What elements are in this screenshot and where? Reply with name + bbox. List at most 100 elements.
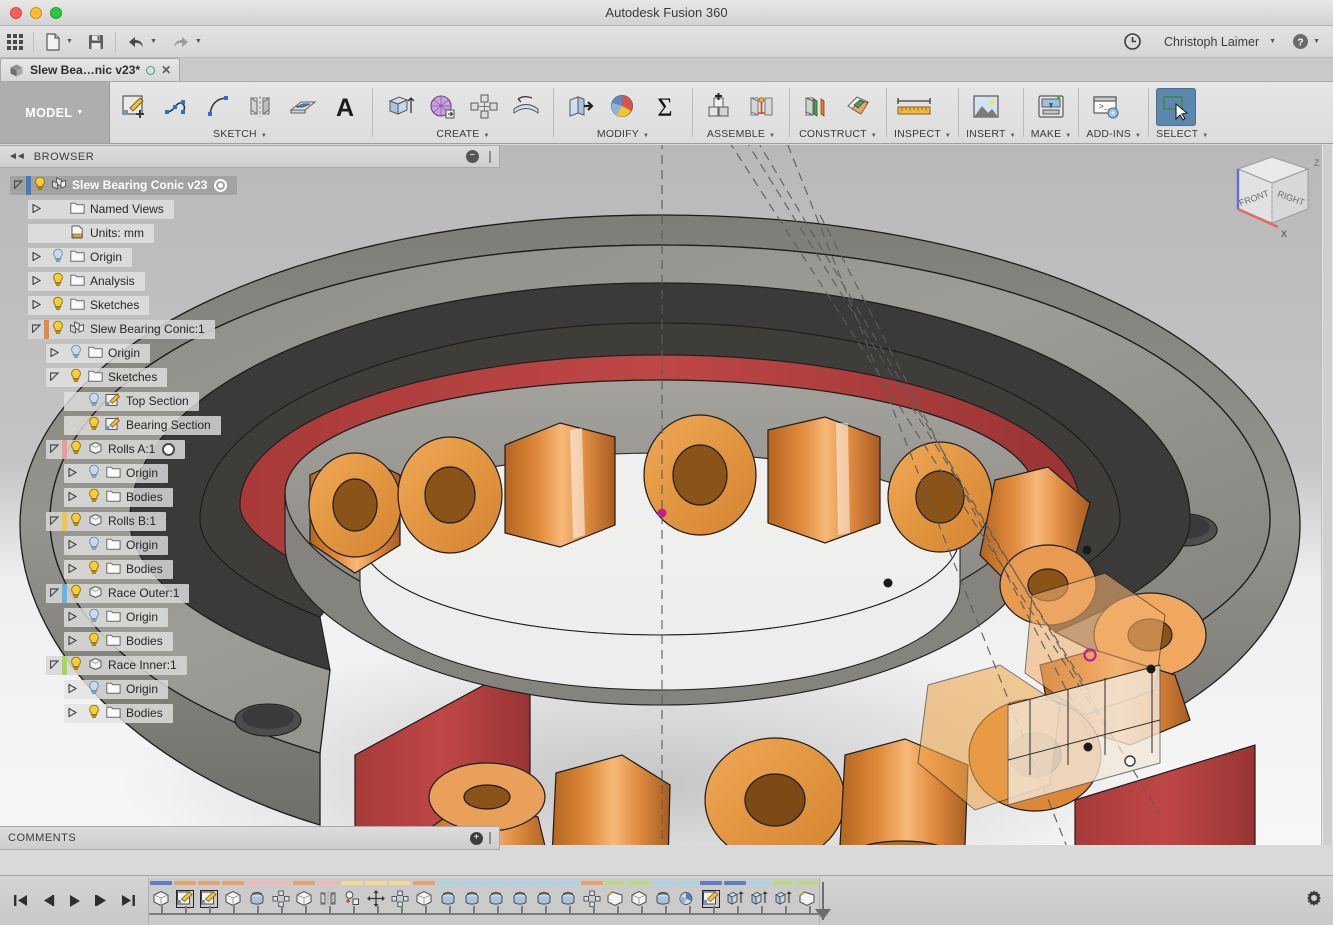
tree-item[interactable]: Sketches [46, 367, 168, 387]
press-pull-button[interactable] [561, 88, 601, 126]
tree-item[interactable]: Origin [64, 607, 169, 627]
tree-row[interactable]: Origin [0, 245, 300, 269]
tree-row[interactable]: Slew Bearing Conic:1 [0, 317, 300, 341]
tree-row[interactable]: Race Outer:1 [0, 581, 300, 605]
tree-item[interactable]: Units: mm [28, 223, 154, 243]
timeline-feature[interactable] [675, 878, 699, 911]
activate-component-radio[interactable] [214, 178, 228, 192]
visibility-bulb-icon[interactable] [67, 512, 85, 530]
tree-item[interactable]: Bearing Section [64, 415, 221, 435]
visibility-bulb-icon[interactable] [85, 632, 103, 650]
visibility-bulb-icon[interactable] [85, 464, 103, 482]
tree-expander-expanded[interactable] [46, 515, 62, 527]
timeline-feature[interactable] [771, 878, 795, 911]
tree-row[interactable]: Slew Bearing Conic v23 [0, 173, 300, 197]
visibility-bulb-icon[interactable] [31, 176, 49, 194]
view-cube-body[interactable]: FRONT RIGHT Z X [1236, 156, 1320, 239]
tree-expander-collapsed[interactable] [64, 466, 80, 479]
visibility-bulb-icon[interactable] [67, 344, 85, 362]
close-icon[interactable]: ✕ [161, 63, 171, 77]
timeline-feature[interactable] [747, 878, 771, 911]
step-forward-button[interactable] [89, 887, 113, 915]
tree-expander-collapsed[interactable] [28, 274, 44, 287]
step-back-button[interactable] [35, 887, 59, 915]
timeline-feature[interactable] [580, 878, 604, 911]
project-button[interactable] [283, 88, 323, 126]
visibility-bulb-icon[interactable] [85, 416, 103, 434]
timeline-feature[interactable] [627, 878, 651, 911]
create-sketch-button[interactable] [115, 88, 155, 126]
tree-row[interactable]: Named Views [0, 197, 300, 221]
visibility-bulb-icon[interactable] [85, 536, 103, 554]
comments-panel[interactable]: COMMENTS + [0, 826, 500, 850]
activate-component-radio[interactable] [162, 442, 176, 456]
visibility-bulb-icon[interactable] [67, 440, 85, 458]
tree-item[interactable]: Bodies [64, 487, 173, 507]
visibility-bulb-icon[interactable] [49, 272, 67, 290]
visibility-bulb-icon[interactable] [85, 488, 103, 506]
document-tab[interactable]: Slew Bea…nic v23* ✕ [0, 58, 181, 81]
measure-button[interactable] [894, 88, 934, 126]
tree-row[interactable]: Units: mm [0, 221, 300, 245]
tree-row[interactable]: Origin [0, 605, 300, 629]
tree-row[interactable]: Rolls A:1 [0, 437, 300, 461]
skip-to-start-button[interactable] [8, 887, 32, 915]
tree-item[interactable]: Named Views [28, 199, 174, 219]
help-button[interactable]: ? ▼ [1285, 26, 1327, 57]
spline-button[interactable] [157, 88, 197, 126]
select-tool-button[interactable] [1156, 87, 1197, 126]
panel-resize-grip[interactable] [489, 150, 491, 163]
timeline-feature[interactable] [604, 878, 628, 911]
tree-item[interactable]: Slew Bearing Conic:1 [28, 319, 215, 339]
visibility-bulb-icon[interactable] [67, 368, 85, 386]
arc-button[interactable] [199, 88, 239, 126]
tree-expander-expanded[interactable] [10, 179, 26, 191]
timeline-feature[interactable] [556, 878, 580, 911]
timeline-feature[interactable] [460, 878, 484, 911]
play-button[interactable] [62, 887, 86, 915]
plane-angle-button[interactable] [839, 88, 879, 126]
tree-expander-collapsed[interactable] [64, 538, 80, 551]
tree-expander-collapsed[interactable] [64, 634, 80, 647]
timeline-feature-strip[interactable] [148, 877, 831, 924]
tree-row[interactable]: Bodies [0, 701, 300, 725]
tree-item[interactable]: Origin [28, 247, 133, 267]
tree-row[interactable]: Origin [0, 461, 300, 485]
tree-expander-expanded[interactable] [46, 371, 62, 383]
plus-circle-icon[interactable]: + [470, 831, 483, 845]
visibility-bulb-icon[interactable] [85, 680, 103, 698]
tree-row[interactable]: Origin [0, 533, 300, 557]
tree-item[interactable]: Origin [46, 343, 151, 363]
loft-button[interactable] [506, 88, 546, 126]
timeline-marker[interactable] [815, 908, 831, 920]
timeline-feature[interactable] [508, 878, 532, 911]
visibility-bulb-icon[interactable] [85, 560, 103, 578]
visibility-bulb-icon[interactable] [85, 704, 103, 722]
tree-expander-expanded[interactable] [46, 659, 62, 671]
tree-expander-expanded[interactable] [28, 323, 44, 335]
tree-item[interactable]: Bodies [64, 703, 173, 723]
timeline-feature[interactable] [699, 878, 723, 911]
tree-item[interactable]: Race Outer:1 [46, 583, 190, 603]
workspace-switcher[interactable]: MODEL ▼ [0, 82, 110, 143]
recent-files-button[interactable] [1116, 26, 1149, 57]
tree-item[interactable]: Rolls B:1 [46, 511, 167, 531]
tree-item[interactable]: Race Inner:1 [46, 655, 187, 675]
joint-button[interactable] [742, 88, 782, 126]
timeline-feature[interactable] [651, 878, 675, 911]
visibility-bulb-icon[interactable] [49, 320, 67, 338]
tree-expander-expanded[interactable] [46, 443, 62, 455]
tree-row[interactable]: Bearing Section [0, 413, 300, 437]
tree-item[interactable]: Top Section [64, 391, 199, 411]
tree-item[interactable]: Origin [64, 679, 169, 699]
tree-item[interactable]: Bodies [64, 631, 173, 651]
tree-row[interactable]: Top Section [0, 389, 300, 413]
timeline-feature[interactable] [484, 878, 508, 911]
mirror-button[interactable] [241, 88, 281, 126]
tree-item[interactable]: Origin [64, 463, 169, 483]
tree-row[interactable]: Bodies [0, 629, 300, 653]
text-button[interactable]: A [325, 88, 365, 126]
timeline-settings-button[interactable] [1305, 889, 1333, 912]
visibility-bulb-icon[interactable] [67, 656, 85, 674]
redo-button[interactable]: ▼ [164, 26, 209, 57]
